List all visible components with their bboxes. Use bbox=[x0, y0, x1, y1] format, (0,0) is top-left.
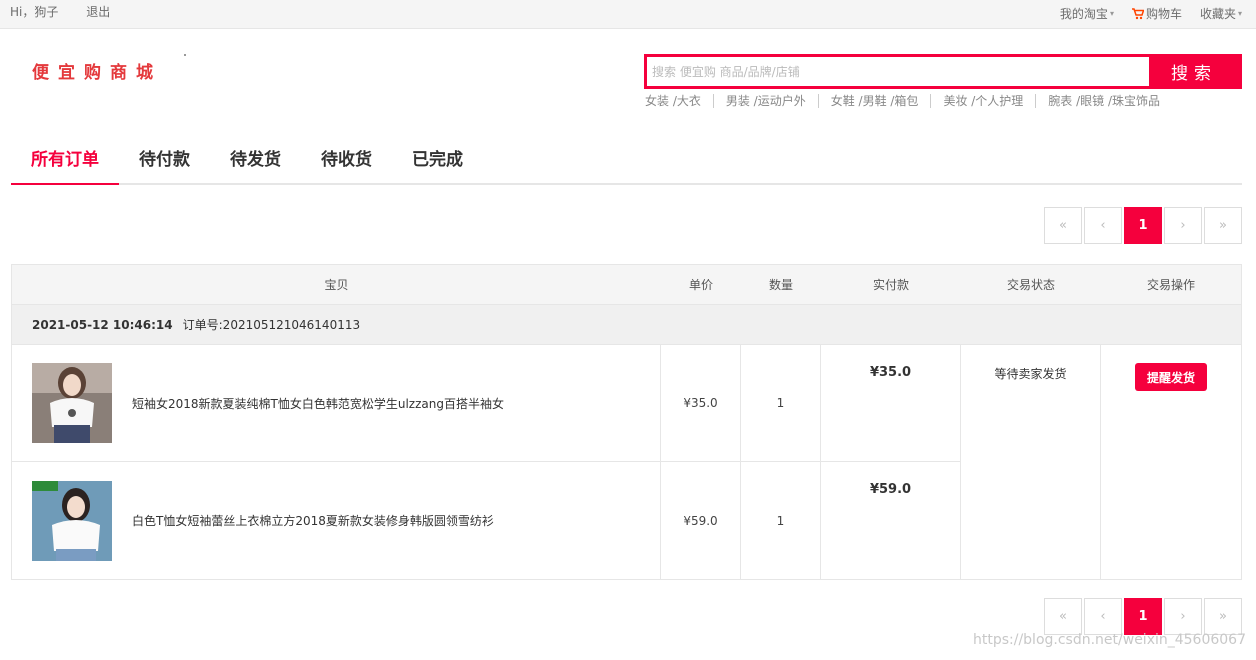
cart-label: 购物车 bbox=[1145, 7, 1182, 21]
my-taobao-menu[interactable]: 我的淘宝 ▾ bbox=[1060, 0, 1114, 28]
first-page-button[interactable]: « bbox=[1044, 598, 1082, 635]
search-input[interactable] bbox=[647, 57, 1149, 86]
table-row: 短袖女2018新款夏装纯棉T恤女白色韩范宽松学生ulzzang百搭半袖女 ¥35… bbox=[12, 345, 961, 462]
greeting: Hi，狗子 bbox=[10, 5, 59, 19]
table-row: 白色T恤女短袖蕾丝上衣棉立方2018夏新款女装修身韩版圆领雪纺衫 ¥59.0 1… bbox=[12, 462, 961, 579]
current-page-button[interactable]: 1 bbox=[1124, 598, 1162, 635]
current-page-button[interactable]: 1 bbox=[1124, 207, 1162, 244]
top-bar-left: Hi，狗子 退出 bbox=[10, 0, 114, 28]
product-image[interactable] bbox=[32, 480, 112, 561]
order-number: 订单号:202105121046140113 bbox=[182, 318, 361, 332]
hot-link[interactable]: 男装 /运动户外 bbox=[712, 94, 818, 108]
product-image[interactable] bbox=[32, 363, 112, 443]
order-status: 等待卖家发货 bbox=[961, 345, 1101, 579]
prev-page-button[interactable]: ‹ bbox=[1084, 207, 1122, 244]
tab-pending-payment[interactable]: 待付款 bbox=[119, 136, 210, 185]
order-body: 短袖女2018新款夏装纯棉T恤女白色韩范宽松学生ulzzang百搭半袖女 ¥35… bbox=[12, 345, 1241, 579]
last-page-button[interactable]: » bbox=[1204, 598, 1242, 635]
order-operations: 提醒发货 bbox=[1101, 345, 1241, 579]
header-price: 单价 bbox=[688, 278, 713, 292]
item-title[interactable]: 白色T恤女短袖蕾丝上衣棉立方2018夏新款女装修身韩版圆领雪纺衫 bbox=[132, 512, 494, 529]
table-header: 宝贝 单价 数量 实付款 交易状态 交易操作 bbox=[12, 265, 1241, 305]
tab-all-orders[interactable]: 所有订单 bbox=[11, 136, 119, 185]
order-table: 宝贝 单价 数量 实付款 交易状态 交易操作 2021-05-12 10:46:… bbox=[11, 264, 1242, 580]
hot-link[interactable]: 美妆 /个人护理 bbox=[930, 94, 1035, 108]
item-cell: 短袖女2018新款夏装纯棉T恤女白色韩范宽松学生ulzzang百搭半袖女 bbox=[12, 345, 661, 461]
last-page-button[interactable]: » bbox=[1204, 207, 1242, 244]
hot-link[interactable]: 腕表 /眼镜 /珠宝饰品 bbox=[1035, 94, 1172, 108]
pagination-top: « ‹ 1 › » bbox=[1044, 207, 1242, 244]
tab-pending-shipment[interactable]: 待发货 bbox=[210, 136, 301, 185]
favorites-label: 收藏夹 bbox=[1199, 7, 1236, 21]
next-page-button[interactable]: › bbox=[1164, 207, 1202, 244]
top-bar-right: 我的淘宝 ▾ 购物车 收藏夹 ▾ bbox=[1060, 0, 1242, 28]
first-page-button[interactable]: « bbox=[1044, 207, 1082, 244]
tab-completed[interactable]: 已完成 bbox=[392, 136, 483, 185]
item-cell: 白色T恤女短袖蕾丝上衣棉立方2018夏新款女装修身韩版圆领雪纺衫 bbox=[12, 462, 661, 579]
product-photo-2 bbox=[32, 480, 112, 561]
order-time: 2021-05-12 10:46:14 bbox=[32, 317, 173, 332]
hot-link[interactable]: 女鞋 /男鞋 /箱包 bbox=[817, 94, 931, 108]
logout-link[interactable]: 退出 bbox=[86, 5, 110, 19]
header-op: 交易操作 bbox=[1146, 278, 1195, 292]
item-qty: 1 bbox=[741, 345, 821, 461]
product-photo-1 bbox=[32, 363, 112, 443]
header-qty: 数量 bbox=[768, 278, 793, 292]
header-paid: 实付款 bbox=[872, 278, 909, 292]
chevron-down-icon: ▾ bbox=[1237, 9, 1242, 18]
item-paid: ¥59.0 bbox=[821, 462, 961, 579]
item-qty: 1 bbox=[741, 462, 821, 579]
search-button[interactable]: 搜索 bbox=[1149, 57, 1239, 86]
order-tabs: 所有订单 待付款 待发货 待收货 已完成 bbox=[11, 136, 1242, 185]
header-item: 宝贝 bbox=[324, 278, 349, 292]
header-status: 交易状态 bbox=[1006, 278, 1055, 292]
cart-icon bbox=[1131, 8, 1144, 20]
item-price: ¥35.0 bbox=[661, 345, 741, 461]
hot-category-links: 女装 /大衣 男装 /运动户外 女鞋 /男鞋 /箱包 美妆 /个人护理 腕表 /… bbox=[645, 94, 1172, 108]
decor-dot bbox=[184, 54, 186, 56]
favorites-menu[interactable]: 收藏夹 ▾ bbox=[1200, 0, 1242, 28]
item-price: ¥59.0 bbox=[661, 462, 741, 579]
prev-page-button[interactable]: ‹ bbox=[1084, 598, 1122, 635]
hot-link[interactable]: 女装 /大衣 bbox=[645, 94, 713, 108]
order-info-row: 2021-05-12 10:46:14 订单号:2021051210461401… bbox=[12, 305, 1241, 345]
site-logo[interactable]: 便宜购商城 bbox=[32, 58, 162, 83]
watermark: https://blog.csdn.net/weixin_45606067 bbox=[972, 632, 1246, 648]
search-bar: 搜索 bbox=[644, 54, 1242, 89]
pagination-bottom: « ‹ 1 › » bbox=[1044, 598, 1242, 635]
item-title[interactable]: 短袖女2018新款夏装纯棉T恤女白色韩范宽松学生ulzzang百搭半袖女 bbox=[132, 395, 504, 412]
tab-pending-receipt[interactable]: 待收货 bbox=[301, 136, 392, 185]
next-page-button[interactable]: › bbox=[1164, 598, 1202, 635]
my-taobao-label: 我的淘宝 bbox=[1059, 7, 1108, 21]
remind-shipment-button[interactable]: 提醒发货 bbox=[1134, 363, 1207, 391]
cart-link[interactable]: 购物车 bbox=[1131, 0, 1182, 28]
item-paid: ¥35.0 bbox=[821, 345, 961, 461]
top-bar: Hi，狗子 退出 我的淘宝 ▾ 购物车 收藏夹 ▾ bbox=[0, 0, 1256, 29]
chevron-down-icon: ▾ bbox=[1109, 9, 1114, 18]
